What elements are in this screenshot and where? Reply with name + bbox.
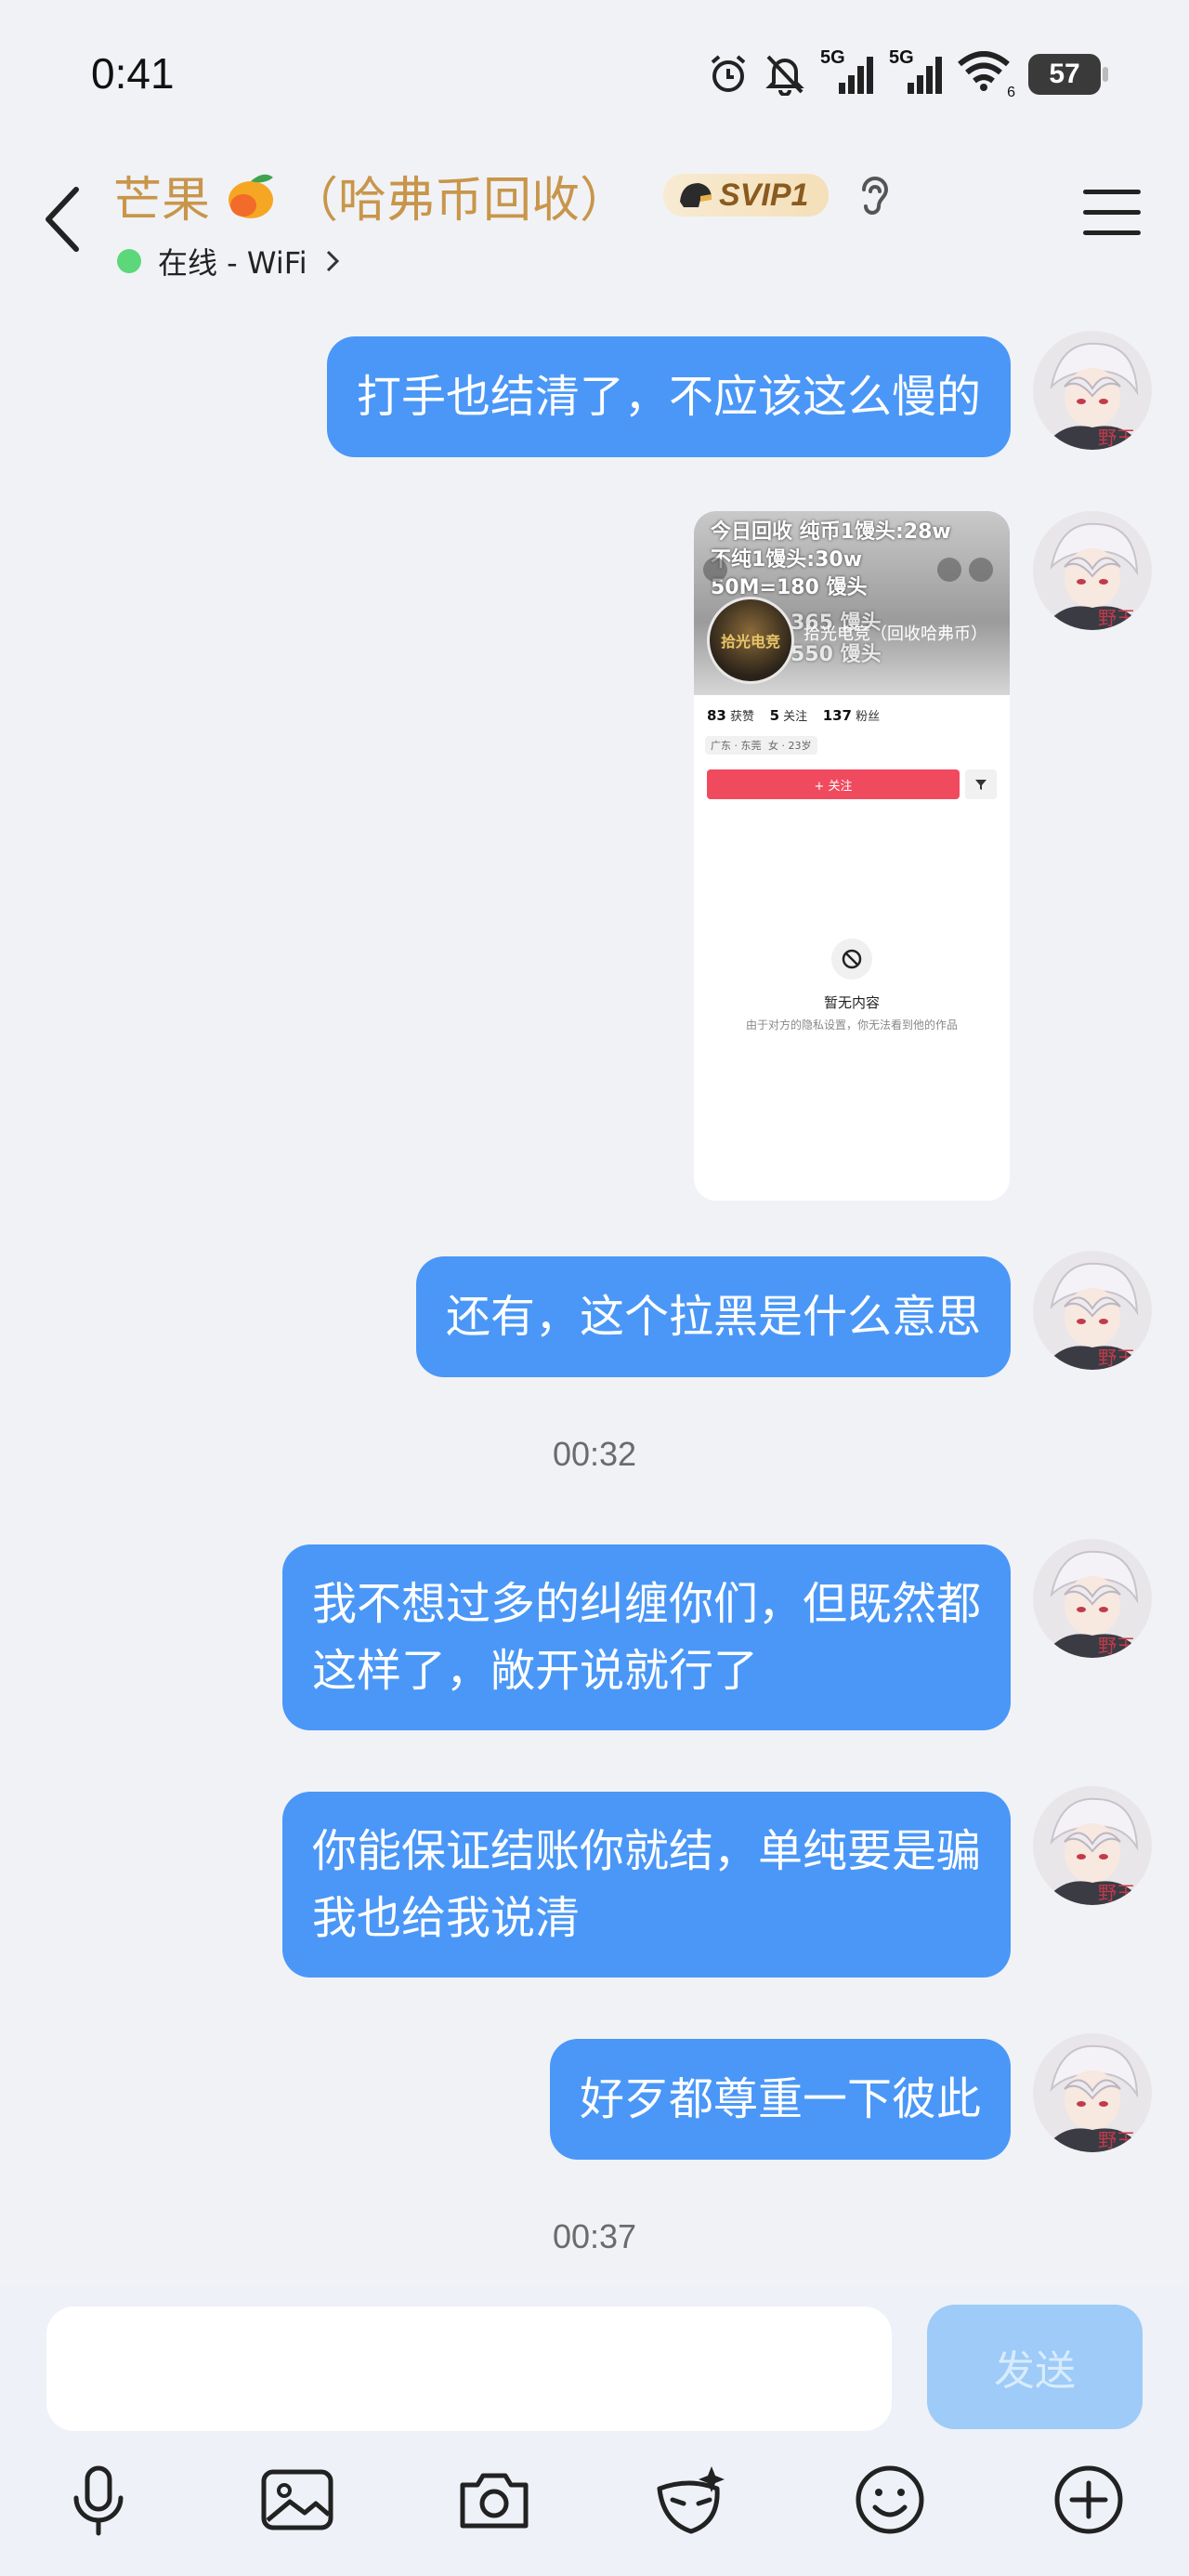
avatar[interactable]: 野王 [1033,1786,1152,1905]
plus-icon[interactable] [1050,2461,1128,2539]
status-time: 0:41 [91,49,175,98]
alarm-icon [711,55,746,92]
svg-text:野王: 野王 [1098,1635,1135,1657]
message-bubble[interactable]: 打手也结清了，不应该这么慢的 [326,336,1011,457]
avatar-image: 野王 [1033,2033,1152,2152]
avatar[interactable]: 野王 [1033,1539,1152,1658]
svg-text:野王: 野王 [1098,607,1135,629]
menu-icon[interactable] [1083,190,1141,242]
empty-subtitle: 由于对方的隐私设置，你无法看到他的作品 [745,1019,958,1032]
mango-emoji-icon [229,174,274,218]
camera-icon[interactable] [455,2461,533,2539]
chat-header: 芒果 （哈弗币回收） SVIP1 在线 - WiFi [0,149,1189,288]
avatar-image: 野王 [1033,1539,1152,1658]
message-text: 好歹都尊重一下彼此 [579,2073,981,2125]
following-value: 5 [769,707,779,724]
message-text-line: 我不想过多的纠缠你们，但既然都 [311,1578,981,1630]
message-input[interactable] [46,2307,892,2431]
emoji-icon[interactable] [851,2461,929,2539]
status-bar: 0:41 5G 5G 6 57 [0,0,1189,149]
banner-text-line: 今日回收 纯币1馒头:28w [711,520,951,544]
message-text: 打手也结清了，不应该这么慢的 [356,371,981,423]
location-tag: 广东 · 东莞 [705,736,767,755]
avatar-image: 野王 [1033,1251,1152,1370]
message-bubble[interactable]: 我不想过多的纠缠你们，但既然都 这样了，敞开说就行了 [281,1544,1011,1730]
signal-icon-1: 5G [820,47,876,98]
message-text-line: 这样了，敞开说就行了 [311,1645,758,1697]
avatar[interactable]: 野王 [1033,2033,1152,2152]
sticker-mask-icon[interactable] [652,2461,730,2539]
message-timestamp: 00:32 [552,1435,637,1473]
profile-name: 拾光电竞（回收哈弗币） [804,624,987,644]
contact-name: 芒果 [113,172,211,229]
wifi-icon: 6 [958,51,1015,100]
image-more-icon [969,558,993,582]
image-message[interactable]: 今日回收 纯币1馒头:28w 不纯1馒头:30w 50M=180 馒头 365 … [694,511,1010,1201]
status-icons: 5G 5G 6 57 [707,46,1108,102]
profile-logo: 拾光电竞 [707,597,794,684]
image-back-icon [703,558,727,582]
status-row[interactable]: 在线 - WiFi [117,240,341,283]
message-bubble[interactable]: 你能保证结账你就结，单纯要是骗 我也给我说清 [281,1792,1011,1978]
message-text-line: 你能保证结账你就结，单纯要是骗 [311,1825,981,1877]
battery-indicator: 57 [1028,54,1108,95]
avatar-badge-text: 野王 [1098,427,1135,449]
avatar-image: 野王 [1033,1786,1152,1905]
profile-stats: 83 获赞 5 关注 137 粉丝 [707,706,880,724]
message-text: 还有，这个拉黑是什么意思 [445,1291,981,1343]
blocked-icon [831,939,872,979]
svg-text:野王: 野王 [1098,1882,1135,1904]
back-arrow-icon[interactable] [39,182,85,256]
banner-text-line: 不纯1馒头:30w [711,548,863,572]
svg-text:野王: 野王 [1098,2129,1135,2151]
online-dot [117,249,141,273]
image-icon[interactable] [258,2461,336,2539]
mute-bell-icon [765,55,804,96]
message-bubble[interactable]: 好歹都尊重一下彼此 [549,2039,1011,2160]
input-bar: 发送 [0,2286,1189,2576]
avatar[interactable]: 野王 [1033,331,1152,450]
message-text-line: 我也给我说清 [311,1892,580,1944]
avatar[interactable]: 野王 [1033,1251,1152,1370]
online-status: 在线 - WiFi [158,245,307,281]
image-search-icon [937,558,961,582]
send-button[interactable]: 发送 [927,2305,1143,2429]
svip-label: SVIP1 [719,177,809,213]
helmet-icon [680,183,712,207]
avatar-image: 野王 [1033,331,1152,450]
microphone-icon[interactable] [59,2461,137,2539]
following-label: 关注 [783,710,808,724]
followers-label: 粉丝 [856,710,881,724]
likes-label: 获赞 [730,710,755,724]
chat-title-row[interactable]: 芒果 （哈弗币回收） SVIP1 [113,165,895,229]
avatar[interactable]: 野王 [1033,511,1152,630]
ear-icon[interactable] [855,171,895,219]
message-bubble[interactable]: 还有，这个拉黑是什么意思 [415,1256,1011,1377]
signal-icon-2: 5G [889,47,945,98]
message-timestamp: 00:37 [552,2217,637,2255]
follow-button: + 关注 [707,769,960,799]
svg-text:野王: 野王 [1098,1347,1135,1369]
followers-value: 137 [822,707,852,724]
avatar-image: 野王 [1033,511,1152,630]
filter-icon [965,769,997,799]
wifi-band: 6 [1007,85,1015,100]
empty-title: 暂无内容 [823,994,880,1011]
banner-text-line: 50M=180 馒头 [711,576,868,599]
contact-name-suffix: （哈弗币回收） [290,172,629,229]
gender-age-tag: 女 · 23岁 [763,736,817,755]
svip-badge: SVIP1 [663,174,830,217]
likes-value: 83 [707,707,726,724]
chevron-right-icon [326,250,339,272]
